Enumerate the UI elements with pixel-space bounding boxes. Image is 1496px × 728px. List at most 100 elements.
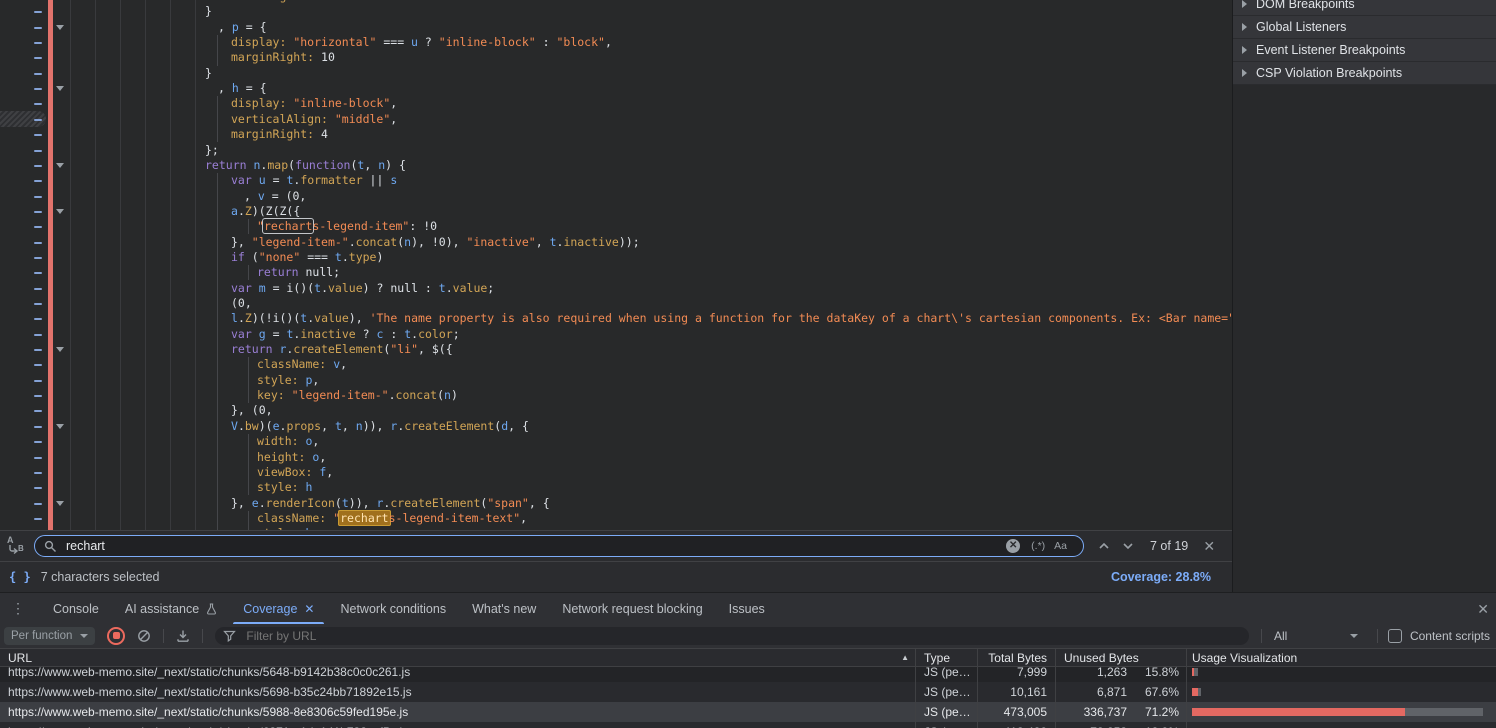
code-line[interactable]: return r.createElement("li", $({ xyxy=(0,342,1232,357)
match-case-toggle[interactable]: Aa xyxy=(1054,540,1067,552)
code-line[interactable]: (0, xyxy=(0,296,1232,311)
table-row[interactable]: https://www.web-memo.site/_next/static/c… xyxy=(0,702,1496,722)
code-line[interactable]: "recharts-legend-item": !0 xyxy=(0,219,1232,234)
code-token: 10 xyxy=(314,50,335,64)
tab-console[interactable]: Console xyxy=(40,593,112,624)
fold-arrow-icon[interactable] xyxy=(56,25,64,30)
next-match-button[interactable] xyxy=(1116,534,1140,558)
sidebar-item-global-listeners[interactable]: Global Listeners xyxy=(1233,16,1496,39)
clear-coverage-button[interactable] xyxy=(137,629,151,643)
stop-recording-button[interactable] xyxy=(107,627,125,645)
content-scripts-toggle[interactable]: Content scripts xyxy=(1388,629,1490,643)
code-token: createElement xyxy=(404,419,494,433)
code-line[interactable]: return n.map(function(t, n) { xyxy=(0,158,1232,173)
fold-arrow-icon[interactable] xyxy=(56,501,64,506)
tab-issues[interactable]: Issues xyxy=(716,593,778,624)
column-header-type[interactable]: Type xyxy=(916,649,978,666)
code-token: p xyxy=(232,20,239,34)
code-line[interactable]: return null; xyxy=(0,265,1232,280)
code-line[interactable]: }; xyxy=(0,143,1232,158)
fold-arrow-icon[interactable] xyxy=(56,163,64,168)
code-token: t xyxy=(550,235,557,249)
close-search-icon[interactable]: ✕ xyxy=(1198,538,1220,555)
code-line[interactable]: }, e.renderIcon(t)), r.createElement("sp… xyxy=(0,496,1232,511)
column-header-unused-bytes[interactable]: Unused Bytes xyxy=(1056,649,1187,666)
table-row[interactable]: https://www.web-memo.site/_next/static/c… xyxy=(0,682,1496,702)
tab-close-icon[interactable]: ✕ xyxy=(304,602,314,616)
code-line[interactable]: } xyxy=(0,4,1232,19)
url-filter-container[interactable] xyxy=(215,627,1249,645)
code-line[interactable]: style: p, xyxy=(0,373,1232,388)
usage-bar xyxy=(1192,688,1201,696)
coverage-percent-link[interactable]: Coverage: 28.8% xyxy=(1111,570,1211,584)
code-line[interactable]: style: h xyxy=(0,480,1232,495)
code-text: var u = t.formatter || s xyxy=(0,173,1232,188)
sidebar-item-csp-violation-breakpoints[interactable]: CSP Violation Breakpoints xyxy=(1233,62,1496,85)
fold-arrow-icon[interactable] xyxy=(56,86,64,91)
coverage-mode-select[interactable]: Per function xyxy=(4,627,95,645)
usage-bar-used xyxy=(1194,668,1198,676)
search-input[interactable] xyxy=(64,538,1006,554)
code-line[interactable]: var g = t.inactive ? c : t.color; xyxy=(0,327,1232,342)
sidebar-item-dom-breakpoints[interactable]: DOM Breakpoints xyxy=(1233,0,1496,16)
code-token: bw xyxy=(245,419,259,433)
code-line[interactable]: }, "legend-item-".concat(n), !0), "inact… xyxy=(0,235,1232,250)
source-editor[interactable]: textAlign: "left"}, p = {display: "horiz… xyxy=(0,0,1232,530)
tab-coverage[interactable]: Coverage✕ xyxy=(230,593,327,624)
close-drawer-icon[interactable]: ✕ xyxy=(1477,601,1489,618)
replace-toggle-icon[interactable]: A B xyxy=(5,536,31,556)
tab-network-request-blocking[interactable]: Network request blocking xyxy=(549,593,715,624)
code-line[interactable]: , v = (0, xyxy=(0,189,1232,204)
type-filter-select[interactable]: All xyxy=(1267,627,1365,645)
code-line[interactable]: var u = t.formatter || s xyxy=(0,173,1232,188)
table-row[interactable]: https://www.web-memo.site/_next/static/c… xyxy=(0,667,1496,682)
fold-arrow-icon[interactable] xyxy=(56,209,64,214)
code-line[interactable]: l.Z)(!i()(t.value), 'The name property i… xyxy=(0,311,1232,326)
code-line[interactable]: marginRight: 10 xyxy=(0,50,1232,65)
tab-ai-assistance[interactable]: AI assistance xyxy=(112,593,230,624)
code-token: renderIcon xyxy=(266,496,335,510)
code-line[interactable]: marginRight: 4 xyxy=(0,127,1232,142)
column-header-url[interactable]: URL ▲ xyxy=(0,649,916,666)
overflow-menu-icon[interactable]: ⋮ xyxy=(8,600,28,617)
code-token: . xyxy=(349,235,356,249)
clear-search-icon[interactable]: ✕ xyxy=(1006,539,1020,553)
code-line[interactable]: }, (0, xyxy=(0,403,1232,418)
tab-network-conditions[interactable]: Network conditions xyxy=(327,593,459,624)
column-header-usage-visualization[interactable]: Usage Visualization xyxy=(1187,649,1496,666)
code-token: , xyxy=(605,35,612,49)
code-line[interactable]: display: "inline-block", xyxy=(0,96,1232,111)
fold-arrow-icon[interactable] xyxy=(56,424,64,429)
code-line[interactable]: V.bw)(e.props, t, n)), r.createElement(d… xyxy=(0,419,1232,434)
code-line[interactable]: } xyxy=(0,66,1232,81)
fold-arrow-icon[interactable] xyxy=(56,347,64,352)
content-scripts-checkbox[interactable] xyxy=(1388,629,1402,643)
code-line[interactable]: verticalAlign: "middle", xyxy=(0,112,1232,127)
code-line[interactable]: className: v, xyxy=(0,357,1232,372)
tab-what-s-new[interactable]: What's new xyxy=(459,593,549,624)
code-line[interactable]: , p = { xyxy=(0,20,1232,35)
code-text: (0, xyxy=(0,296,1232,311)
sidebar-item-event-listener-breakpoints[interactable]: Event Listener Breakpoints xyxy=(1233,39,1496,62)
code-token: textAlign: xyxy=(231,0,300,3)
table-row[interactable]: https://www.web-memo.site/_next/static/c… xyxy=(0,722,1496,728)
code-token: s-legend-item" xyxy=(312,219,409,233)
code-line[interactable]: display: "horizontal" === u ? "inline-bl… xyxy=(0,35,1232,50)
code-line[interactable]: viewBox: f, xyxy=(0,465,1232,480)
search-input-container[interactable]: ✕ (.*) Aa xyxy=(34,535,1084,557)
pretty-print-icon[interactable]: { } xyxy=(9,570,31,584)
code-line[interactable]: className: "recharts-legend-item-text", xyxy=(0,511,1232,526)
regex-toggle[interactable]: (.*) xyxy=(1031,540,1045,552)
url-filter-input[interactable] xyxy=(244,628,1241,644)
export-button[interactable] xyxy=(176,629,190,643)
code-line[interactable]: a.Z)(Z(Z({ xyxy=(0,204,1232,219)
code-line[interactable]: key: "legend-item-".concat(n) xyxy=(0,388,1232,403)
code-line[interactable]: var m = i()(t.value) ? null : t.value; xyxy=(0,281,1232,296)
code-line[interactable]: , h = { xyxy=(0,81,1232,96)
previous-match-button[interactable] xyxy=(1092,534,1116,558)
code-line[interactable]: height: o, xyxy=(0,450,1232,465)
code-line[interactable]: width: o, xyxy=(0,434,1232,449)
column-header-total-bytes[interactable]: Total Bytes xyxy=(978,649,1056,666)
code-line[interactable]: if ("none" === t.type) xyxy=(0,250,1232,265)
gutter-line-marker xyxy=(34,73,42,75)
